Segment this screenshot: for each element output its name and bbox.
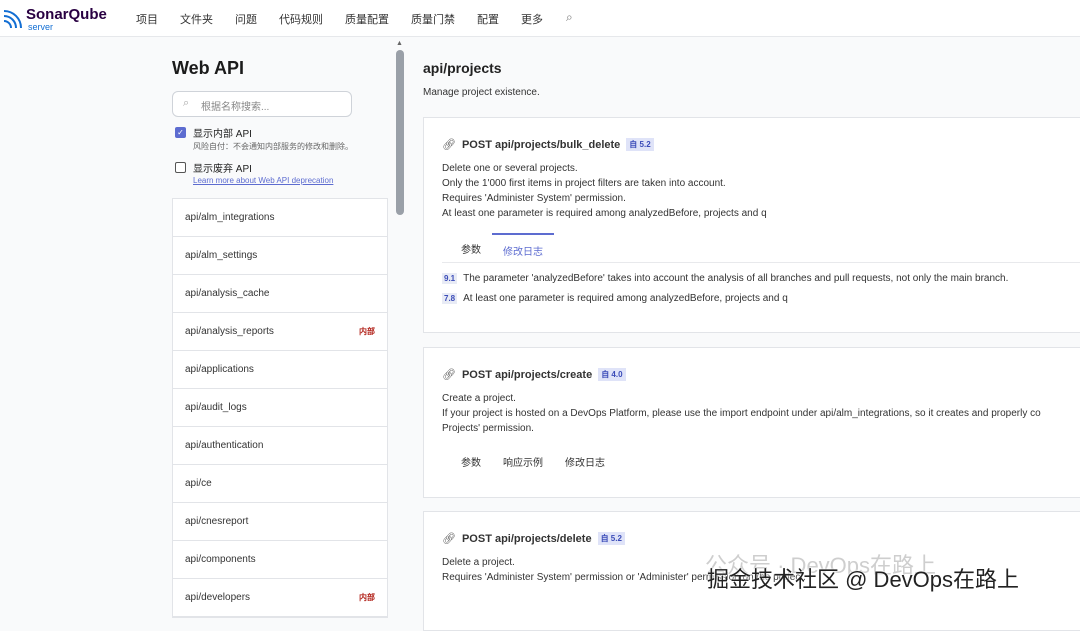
sidebar-scrollbar[interactable] xyxy=(396,50,404,215)
nav-projects[interactable]: 项目 xyxy=(136,11,158,27)
api-list-item-label: api/authentication xyxy=(185,440,263,451)
show-internal-checkbox-row[interactable]: ✓ 显示内部 API风险自付：不会通知内部服务的修改和删除。 xyxy=(172,125,388,152)
api-list-item-label: api/applications xyxy=(185,364,254,375)
endpoint-desc-line: Only the 1'000 first items in project fi… xyxy=(442,176,1080,191)
since-badge: 自 5.2 xyxy=(626,138,653,151)
tab-changelog[interactable]: 修改日志 xyxy=(492,233,554,262)
api-list-item-label: api/cnesreport xyxy=(185,516,248,527)
deprecation-link[interactable]: Learn more about Web API deprecation xyxy=(193,176,333,185)
endpoint-card-create: 🔗︎ POST api/projects/create 自 4.0 Create a… xyxy=(423,347,1080,498)
endpoint-desc-line: Create a project. xyxy=(442,391,1080,406)
endpoint-title: POST api/projects/delete xyxy=(462,533,592,545)
api-list-item[interactable]: api/authentication xyxy=(173,427,387,465)
internal-badge: 内部 xyxy=(359,326,375,337)
show-internal-checkbox[interactable]: ✓ xyxy=(175,127,186,138)
endpoint-desc-line: Requires 'Administer System' permission. xyxy=(442,191,1080,206)
tab-changelog[interactable]: 修改日志 xyxy=(554,446,616,476)
top-nav-bar: SonarQube server 项目 文件夹 问题 代码规则 质量配置 质量门… xyxy=(0,0,1080,37)
endpoint-desc-line: At least one parameter is required among… xyxy=(442,206,1080,221)
domain-title: api/projects xyxy=(423,60,540,76)
tab-parameters[interactable]: 参数 xyxy=(450,233,492,262)
changelog-version: 9.1 xyxy=(442,273,457,284)
sonarqube-logo[interactable]: SonarQube server xyxy=(2,6,112,32)
nav-rules[interactable]: 代码规则 xyxy=(279,11,323,27)
show-internal-label: 显示内部 API xyxy=(193,125,353,140)
api-list-item[interactable]: api/applications xyxy=(173,351,387,389)
api-list-item[interactable]: api/audit_logs xyxy=(173,389,387,427)
logo-text: SonarQube xyxy=(26,6,107,23)
show-internal-hint: 风险自付：不会通知内部服务的修改和删除。 xyxy=(193,141,353,152)
link-icon[interactable]: 🔗︎ xyxy=(442,368,456,381)
api-list-item[interactable]: api/cnesreport xyxy=(173,503,387,541)
tab-parameters[interactable]: 参数 xyxy=(450,446,492,476)
nav-more[interactable]: 更多 xyxy=(521,11,543,27)
nav-administration[interactable]: 配置 xyxy=(477,11,499,27)
search-icon: ⌕ xyxy=(183,97,189,110)
scroll-up-arrow[interactable]: ▲ xyxy=(396,40,403,47)
api-list: api/alm_integrations api/alm_settings api/… xyxy=(172,198,388,618)
api-list-item[interactable]: api/ce xyxy=(173,465,387,503)
api-list-item[interactable]: api/alm_integrations xyxy=(173,199,387,237)
changelog-version: 7.8 xyxy=(442,293,457,304)
tab-response-example[interactable]: 响应示例 xyxy=(492,446,554,476)
api-list-item-label: api/ce xyxy=(185,478,212,489)
since-badge: 自 5.2 xyxy=(598,532,625,545)
nav-quality-profiles[interactable]: 质量配置 xyxy=(345,11,389,27)
nav-quality-gates[interactable]: 质量门禁 xyxy=(411,11,455,27)
api-list-item[interactable]: api/analysis_reports 内部 xyxy=(173,313,387,351)
api-list-item-label: api/developers xyxy=(185,592,250,603)
sidebar: Web API ⌕ 根据名称搜索... ✓ 显示内部 API风险自付：不会通知内部… xyxy=(172,40,388,185)
changelog-text: The parameter 'analyzedBefore' takes int… xyxy=(463,273,1008,284)
endpoint-title: POST api/projects/create xyxy=(462,369,592,381)
internal-badge: 内部 xyxy=(359,592,375,603)
domain-description: Manage project existence. xyxy=(423,87,540,98)
api-list-item-label: api/alm_integrations xyxy=(185,212,275,223)
watermark-juejin: 掘金技术社区 @ DevOps在路上 xyxy=(707,562,1019,594)
search-icon[interactable]: ⌕ xyxy=(566,10,573,25)
api-list-item[interactable]: api/analysis_cache xyxy=(173,275,387,313)
sidebar-title: Web API xyxy=(172,58,388,79)
endpoint-desc-line: Projects' permission. xyxy=(442,421,1080,436)
endpoint-title: POST api/projects/bulk_delete xyxy=(462,139,620,151)
changelog-text: At least one parameter is required among… xyxy=(463,293,788,304)
api-list-item-label: api/analysis_reports xyxy=(185,326,274,337)
api-list-item-label: api/analysis_cache xyxy=(185,288,270,299)
sonar-waves-icon xyxy=(2,8,24,32)
changelog-entry: 9.1 The parameter 'analyzedBefore' takes … xyxy=(442,273,1080,284)
show-deprecated-checkbox-row[interactable]: 显示废弃 APILearn more about Web API depreca… xyxy=(172,160,388,185)
link-icon[interactable]: 🔗︎ xyxy=(442,532,456,545)
show-deprecated-checkbox[interactable] xyxy=(175,162,186,173)
api-list-item[interactable]: api/developers 内部 xyxy=(173,579,387,617)
main-content: api/projects Manage project existence. xyxy=(423,60,540,98)
nav-issues[interactable]: 问题 xyxy=(235,11,257,27)
api-list-item[interactable]: api/alm_settings xyxy=(173,237,387,275)
api-list-item-label: api/components xyxy=(185,554,256,565)
main-nav: 项目 文件夹 问题 代码规则 质量配置 质量门禁 配置 更多 ⌕ xyxy=(136,11,565,27)
endpoint-desc-line: Delete one or several projects. xyxy=(442,161,1080,176)
logo-subtext: server xyxy=(28,22,53,32)
api-search-input[interactable]: ⌕ 根据名称搜索... xyxy=(172,91,352,117)
show-deprecated-label: 显示废弃 API xyxy=(193,160,333,175)
api-list-item-label: api/audit_logs xyxy=(185,402,247,413)
endpoint-card-bulk-delete: 🔗︎ POST api/projects/bulk_delete 自 5.2 Del… xyxy=(423,117,1080,333)
since-badge: 自 4.0 xyxy=(598,368,625,381)
search-placeholder: 根据名称搜索... xyxy=(201,102,269,113)
changelog-entry: 7.8 At least one parameter is required am… xyxy=(442,293,1080,304)
api-list-item[interactable]: api/components xyxy=(173,541,387,579)
endpoint-desc-line: If your project is hosted on a DevOps Pl… xyxy=(442,406,1080,421)
link-icon[interactable]: 🔗︎ xyxy=(442,138,456,151)
nav-portfolios[interactable]: 文件夹 xyxy=(180,11,213,27)
api-list-item-label: api/alm_settings xyxy=(185,250,257,261)
